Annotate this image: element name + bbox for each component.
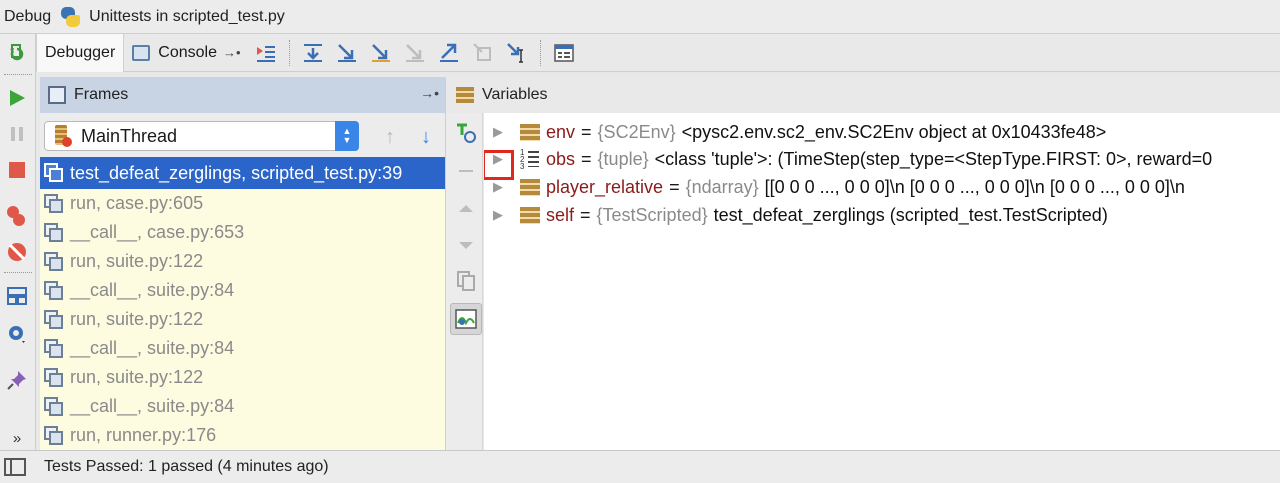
step-out-icon[interactable]	[432, 34, 466, 72]
pin-icon[interactable]	[5, 368, 29, 392]
resume-icon[interactable]	[5, 86, 29, 110]
expand-arrow-icon[interactable]: ▶	[486, 124, 510, 140]
step-into-icon[interactable]	[330, 34, 364, 72]
move-down-icon[interactable]	[454, 233, 478, 257]
remove-watch-icon[interactable]	[454, 159, 478, 183]
restore-layout-icon[interactable]	[5, 284, 29, 308]
tab-console[interactable]: Console →•	[124, 34, 248, 72]
frame-icon	[44, 163, 64, 183]
tool-windows-icon[interactable]	[4, 458, 26, 476]
frame-item[interactable]: __call__, suite.py:84	[40, 334, 445, 363]
frame-icon	[44, 280, 64, 301]
expand-arrow-icon[interactable]: ▶	[484, 150, 514, 180]
frame-item[interactable]: run, suite.py:122	[40, 363, 445, 392]
stack-icon	[520, 206, 540, 224]
variables-toolbar	[445, 113, 483, 450]
python-icon	[59, 6, 81, 28]
stack-icon	[520, 178, 540, 196]
frame-icon	[44, 309, 64, 330]
frame-icon	[44, 222, 64, 243]
frame-item[interactable]: run, suite.py:122	[40, 247, 445, 276]
tab-debugger[interactable]: Debugger	[36, 33, 125, 72]
debug-left-toolbar: »	[0, 34, 36, 450]
expand-arrow-icon[interactable]: ▶	[486, 179, 510, 195]
frame-item[interactable]: test_defeat_zerglings, scripted_test.py:…	[40, 157, 445, 189]
frame-item[interactable]: __call__, suite.py:84	[40, 276, 445, 305]
frame-icon	[44, 338, 64, 359]
frame-item[interactable]: run, case.py:605	[40, 189, 445, 218]
frame-icon	[44, 367, 64, 388]
variable-row[interactable]: ▶ env = {SC2Env} <pysc2.env.sc2_env.SC2E…	[484, 118, 1106, 146]
show-execution-point-icon[interactable]	[249, 34, 283, 72]
debugger-toolbar: Debugger Console →•	[36, 33, 1280, 72]
step-into-my-code-icon[interactable]	[364, 34, 398, 72]
move-up-icon[interactable]	[454, 197, 478, 221]
frames-header: Frames →•	[40, 77, 445, 113]
frame-icon	[44, 193, 64, 214]
settings-icon[interactable]	[5, 322, 29, 346]
hide-panel-icon[interactable]: →•	[420, 85, 439, 101]
variables-list: ▶ env = {SC2Env} <pysc2.env.sc2_env.SC2E…	[484, 113, 1280, 450]
frame-icon	[44, 425, 64, 446]
step-over-icon[interactable]	[296, 34, 330, 72]
frames-list: test_defeat_zerglings, scripted_test.py:…	[40, 157, 445, 450]
previous-frame-icon[interactable]: ↑	[378, 125, 402, 149]
status-bar: Tests Passed: 1 passed (4 minutes ago)	[0, 450, 1280, 483]
mute-breakpoints-icon[interactable]	[5, 240, 29, 264]
run-to-cursor-icon[interactable]	[500, 34, 534, 72]
rerun-icon[interactable]	[5, 40, 29, 64]
run-config-title[interactable]: Unittests in scripted_test.py	[89, 8, 285, 26]
variable-row[interactable]: ▶ 123 obs = {tuple} <class 'tuple'>: (Ti…	[484, 145, 1212, 180]
debug-tool-label[interactable]: Debug	[4, 8, 51, 26]
status-text: Tests Passed: 1 passed (4 minutes ago)	[44, 458, 329, 475]
view-breakpoints-icon[interactable]	[5, 204, 29, 228]
title-bar: Debug Unittests in scripted_test.py	[0, 0, 1280, 34]
force-step-into-icon[interactable]	[398, 34, 432, 72]
thread-name: MainThread	[81, 125, 178, 146]
more-icon[interactable]: »	[5, 426, 29, 450]
list-icon: 123	[520, 149, 540, 171]
thread-selector-row: MainThread ▲ ▼ ↑ ↓	[40, 113, 445, 157]
drop-frame-icon[interactable]	[466, 34, 500, 72]
stack-icon	[520, 123, 540, 141]
stop-icon[interactable]	[5, 158, 29, 182]
frame-icon	[44, 251, 64, 272]
evaluate-expression-icon[interactable]	[547, 34, 581, 72]
frame-item[interactable]: __call__, suite.py:84	[40, 392, 445, 421]
show-watches-icon[interactable]	[450, 303, 482, 335]
thread-icon	[53, 125, 73, 147]
console-icon	[132, 44, 151, 61]
frame-item[interactable]: __call__, case.py:653	[40, 218, 445, 247]
variables-header: Variables	[445, 77, 1280, 113]
variable-row[interactable]: ▶ self = {TestScripted} test_defeat_zerg…	[484, 201, 1108, 229]
thread-select[interactable]: MainThread ▲ ▼	[44, 121, 359, 151]
expand-arrow-icon[interactable]: ▶	[486, 207, 510, 223]
next-frame-icon[interactable]: ↓	[414, 125, 438, 149]
pin-tab-icon[interactable]: →•	[223, 45, 241, 60]
frame-item[interactable]: run, runner.py:176	[40, 421, 445, 450]
variables-icon	[456, 87, 474, 103]
frame-icon	[44, 396, 64, 417]
variable-row[interactable]: ▶ player_relative = {ndarray} [[0 0 0 ..…	[484, 173, 1185, 201]
copy-icon[interactable]	[454, 269, 478, 293]
frame-item[interactable]: run, suite.py:122	[40, 305, 445, 334]
new-watch-icon[interactable]	[454, 121, 478, 145]
pause-icon[interactable]	[5, 122, 29, 146]
frames-icon	[48, 86, 66, 104]
dropdown-arrows-icon[interactable]: ▲ ▼	[335, 121, 359, 151]
